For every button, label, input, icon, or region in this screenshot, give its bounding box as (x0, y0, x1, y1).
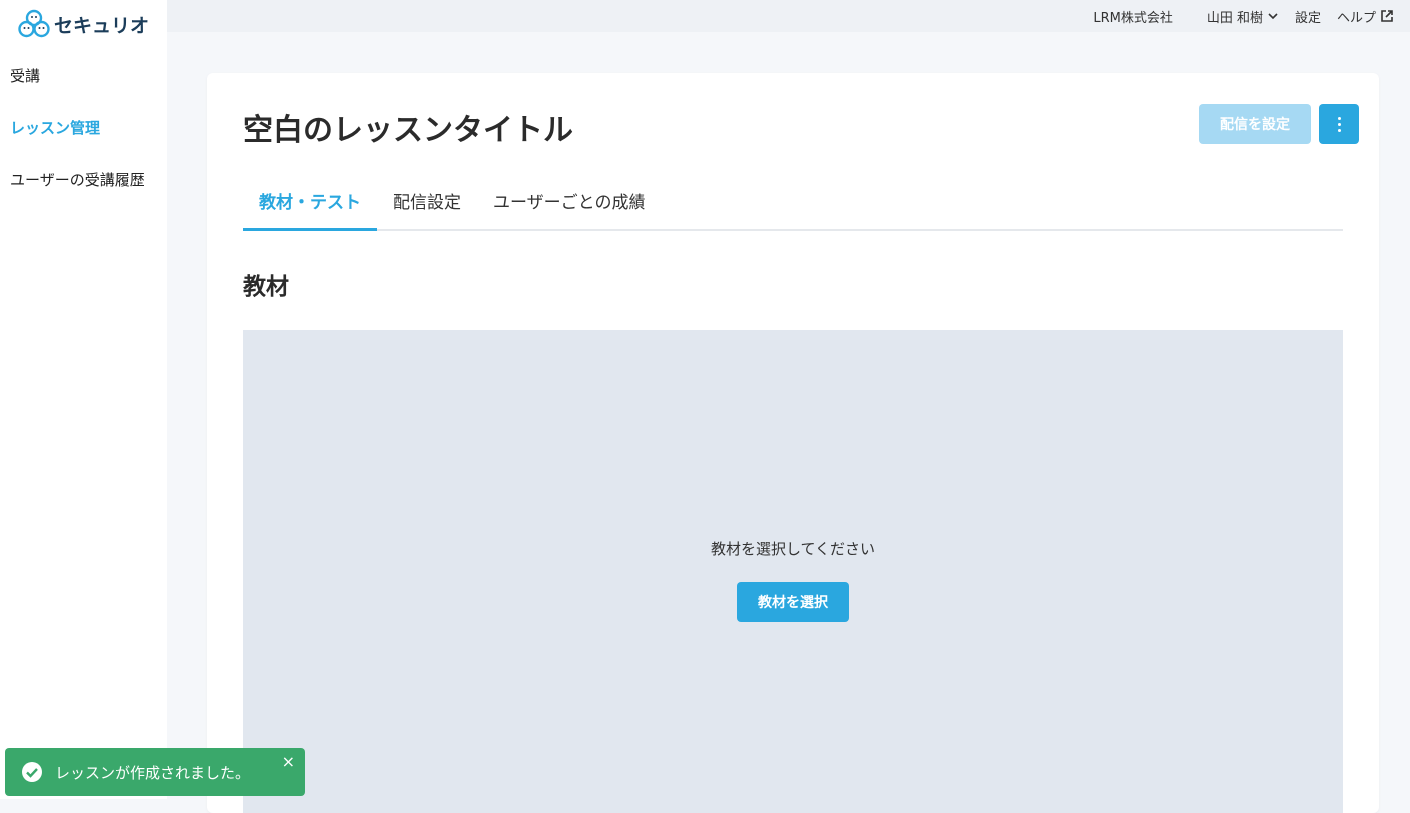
tab-bar: 教材・テスト 配信設定 ユーザーごとの成績 (243, 181, 1343, 231)
empty-message: 教材を選択してください (710, 540, 876, 558)
select-material-button[interactable]: 教材を選択 (737, 582, 849, 622)
help-label: ヘルプ (1336, 10, 1376, 26)
material-empty-area: 教材を選択してください 教材を選択 (243, 330, 1343, 813)
logo-mark-icon (18, 9, 50, 38)
more-options-button[interactable] (1319, 104, 1359, 144)
check-circle-icon (22, 762, 42, 782)
top-header: LRM株式会社 山田 和樹 設定 ヘルプ (167, 0, 1410, 32)
toast-message: レッスンが作成されました。 (55, 763, 251, 782)
sidebar-item-lesson-management[interactable]: レッスン管理 (0, 108, 167, 160)
sidebar: セキュリオ 受講 レッスン管理 ユーザーの受講履歴 (0, 0, 167, 799)
tab-materials-tests[interactable]: 教材・テスト (243, 181, 377, 231)
tab-user-grades[interactable]: ユーザーごとの成績 (477, 181, 662, 231)
sidebar-nav: 受講 レッスン管理 ユーザーの受講履歴 (0, 56, 167, 212)
sidebar-item-courses[interactable]: 受講 (0, 56, 167, 108)
app-logo[interactable]: セキュリオ (18, 8, 149, 40)
settings-link[interactable]: 設定 (1295, 7, 1321, 26)
chevron-down-icon (1268, 13, 1278, 20)
sidebar-item-user-history[interactable]: ユーザーの受講履歴 (0, 160, 167, 212)
lesson-card: 空白のレッスンタイトル 配信を設定 教材・テスト 配信設定 ユーザーごとの成績 … (207, 73, 1379, 813)
help-link[interactable]: ヘルプ (1337, 7, 1394, 26)
user-menu[interactable]: 山田 和樹 (1207, 7, 1279, 26)
user-name: 山田 和樹 (1206, 10, 1263, 26)
logo-text: セキュリオ (54, 14, 150, 37)
more-vertical-icon (1337, 116, 1341, 120)
external-link-icon (1381, 10, 1393, 22)
success-toast: レッスンが作成されました。 × (5, 748, 305, 796)
company-name: LRM株式会社 (1093, 10, 1173, 26)
deliver-settings-button[interactable]: 配信を設定 (1199, 104, 1311, 144)
close-icon[interactable]: × (282, 754, 295, 770)
tab-delivery-settings[interactable]: 配信設定 (377, 181, 477, 231)
section-title: 教材 (243, 274, 289, 300)
page-title: 空白のレッスンタイトル (243, 113, 573, 148)
